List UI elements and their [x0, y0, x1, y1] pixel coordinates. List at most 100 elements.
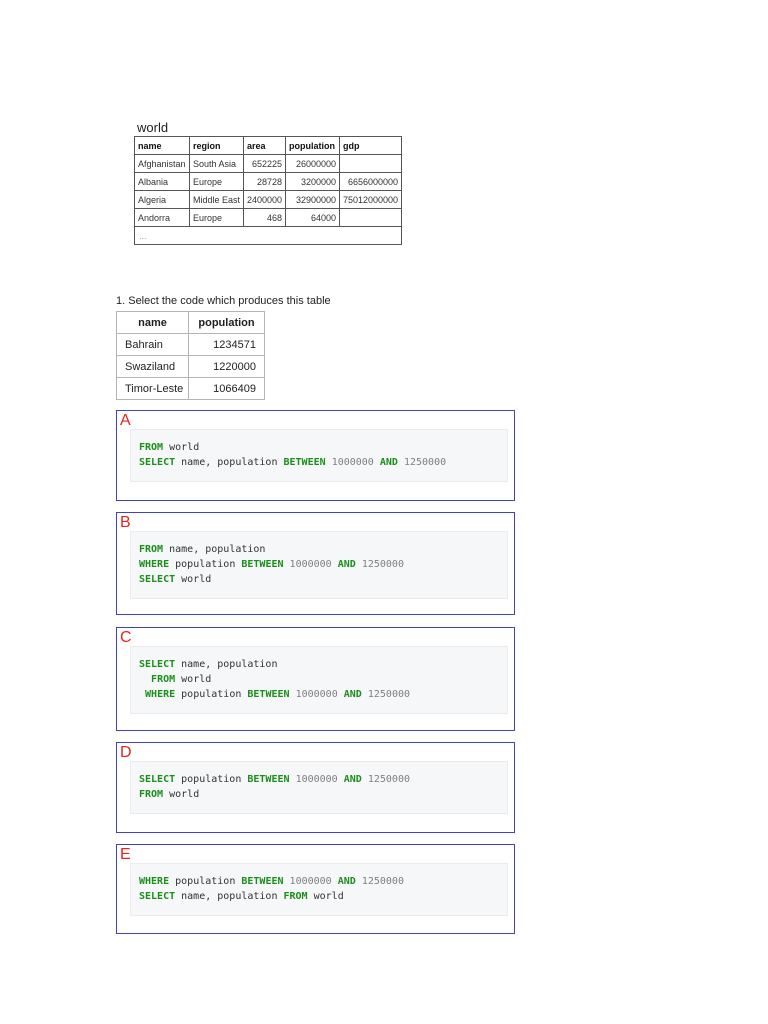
- sql-keyword: AND: [337, 876, 356, 887]
- sql-keyword: AND: [379, 457, 398, 468]
- sql-keyword: BETWEEN: [283, 457, 326, 468]
- option-letter: B: [120, 514, 131, 531]
- sql-keyword: FROM: [139, 544, 164, 555]
- sql-keyword: WHERE: [139, 559, 170, 570]
- world-table-caption: world: [137, 120, 169, 135]
- answer-option-d: D SELECT population BETWEEN 1000000 AND …: [116, 742, 515, 833]
- code-line: WHERE population BETWEEN 1000000 AND 125…: [139, 876, 404, 887]
- document-page: world name region area population gdp Af…: [0, 0, 768, 1024]
- cell-name: Albania: [134, 172, 190, 191]
- option-letter: D: [120, 744, 132, 761]
- sql-number: 1000000: [295, 689, 338, 700]
- code-line: SELECT name, population FROM world: [139, 891, 344, 902]
- sql-number: 1250000: [367, 774, 410, 785]
- cell-population: 26000000: [285, 154, 340, 173]
- cell-region: Europe: [189, 208, 244, 227]
- sql-keyword: SELECT: [139, 891, 176, 902]
- cell-name: Swaziland: [116, 355, 189, 378]
- cell-region: Europe: [189, 172, 244, 191]
- sql-keyword: BETWEEN: [247, 689, 290, 700]
- cell-population: 1234571: [188, 333, 265, 356]
- cell-population: 3200000: [285, 172, 340, 191]
- expected-result-table: name population Bahrain 1234571 Swazilan…: [116, 311, 265, 400]
- cell-area: 28728: [243, 172, 286, 191]
- sql-keyword: FROM: [139, 789, 164, 800]
- code-line: WHERE population BETWEEN 1000000 AND 125…: [139, 559, 404, 570]
- cell-name: Timor-Leste: [116, 377, 189, 400]
- cell-gdp: 6656000000: [339, 172, 402, 191]
- cell-region: South Asia: [189, 154, 244, 173]
- table-row: Albania Europe 28728 3200000 6656000000: [134, 172, 402, 191]
- question-text: 1. Select the code which produces this t…: [116, 295, 331, 307]
- world-table: name region area population gdp Afghanis…: [134, 136, 402, 245]
- code-line: SELECT name, population BETWEEN 1000000 …: [139, 457, 447, 468]
- code-line: FROM name, population: [139, 544, 266, 555]
- sql-keyword: SELECT: [139, 457, 176, 468]
- code-line: FROM world: [139, 789, 200, 800]
- sql-number: 1000000: [289, 876, 332, 887]
- code-block: FROM world SELECT name, population BETWE…: [130, 429, 508, 482]
- table-row: Afghanistan South Asia 652225 26000000: [134, 154, 402, 173]
- sql-number: 1250000: [403, 457, 447, 468]
- sql-keyword: SELECT: [139, 774, 176, 785]
- cell-gdp: 75012000000: [339, 190, 402, 209]
- code-block: SELECT population BETWEEN 1000000 AND 12…: [130, 761, 508, 814]
- sql-keyword: SELECT: [139, 659, 176, 670]
- cell-population: 64000: [285, 208, 340, 227]
- table-row: Swaziland 1220000: [116, 355, 265, 378]
- cell-name: Algeria: [134, 190, 190, 209]
- sql-keyword: FROM: [151, 674, 176, 685]
- sql-keyword: AND: [343, 774, 362, 785]
- table-row: Algeria Middle East 2400000 32900000 750…: [134, 190, 402, 209]
- code-block: FROM name, population WHERE population B…: [130, 531, 508, 599]
- sql-keyword: WHERE: [139, 876, 170, 887]
- answer-option-a: A FROM world SELECT name, population BET…: [116, 410, 515, 501]
- column-header-gdp: gdp: [339, 136, 402, 155]
- answer-option-b: B FROM name, population WHERE population…: [116, 512, 515, 615]
- table-row: Timor-Leste 1066409: [116, 377, 265, 400]
- cell-population: 1220000: [188, 355, 265, 378]
- table-header-row: name population: [116, 311, 265, 334]
- sql-keyword: BETWEEN: [241, 876, 284, 887]
- cell-region: Middle East: [189, 190, 244, 209]
- cell-area: 652225: [243, 154, 286, 173]
- cell-gdp: [339, 208, 402, 227]
- table-row: Bahrain 1234571: [116, 333, 265, 356]
- sql-keyword: AND: [337, 559, 356, 570]
- cell-population: 32900000: [285, 190, 340, 209]
- sql-keyword: BETWEEN: [241, 559, 284, 570]
- column-header-region: region: [189, 136, 244, 155]
- cell-gdp: [339, 154, 402, 173]
- sql-number: 1250000: [361, 559, 404, 570]
- sql-number: 1250000: [367, 689, 411, 700]
- sql-number: 1000000: [289, 559, 332, 570]
- table-header-row: name region area population gdp: [134, 136, 402, 155]
- column-header-name: name: [134, 136, 190, 155]
- code-line: FROM world: [151, 674, 212, 685]
- sql-keyword: FROM: [283, 891, 308, 902]
- sql-keyword: BETWEEN: [247, 774, 290, 785]
- cell-name: Afghanistan: [134, 154, 190, 173]
- column-header-population: population: [285, 136, 340, 155]
- sql-number: 1000000: [331, 457, 374, 468]
- table-row: Andorra Europe 468 64000: [134, 208, 402, 227]
- option-letter: E: [120, 846, 131, 863]
- table-ellipsis-row: ...: [134, 226, 402, 245]
- code-line: SELECT name, population: [139, 659, 278, 670]
- code-line: FROM world: [139, 442, 200, 453]
- sql-number: 1000000: [295, 774, 338, 785]
- option-letter: A: [120, 412, 131, 429]
- cell-area: 2400000: [243, 190, 286, 209]
- column-header-population: population: [188, 311, 265, 334]
- sql-keyword: FROM: [139, 442, 164, 453]
- code-block: SELECT name, population FROM world WHERE…: [130, 646, 508, 714]
- column-header-name: name: [116, 311, 189, 334]
- code-line: WHERE population BETWEEN 1000000 AND 125…: [145, 689, 411, 700]
- code-block: WHERE population BETWEEN 1000000 AND 125…: [130, 863, 508, 916]
- cell-name: Andorra: [134, 208, 190, 227]
- sql-keyword: AND: [343, 689, 362, 700]
- cell-population: 1066409: [188, 377, 265, 400]
- sql-keyword: WHERE: [145, 689, 176, 700]
- cell-name: Bahrain: [116, 333, 189, 356]
- answer-option-e: E WHERE population BETWEEN 1000000 AND 1…: [116, 844, 515, 934]
